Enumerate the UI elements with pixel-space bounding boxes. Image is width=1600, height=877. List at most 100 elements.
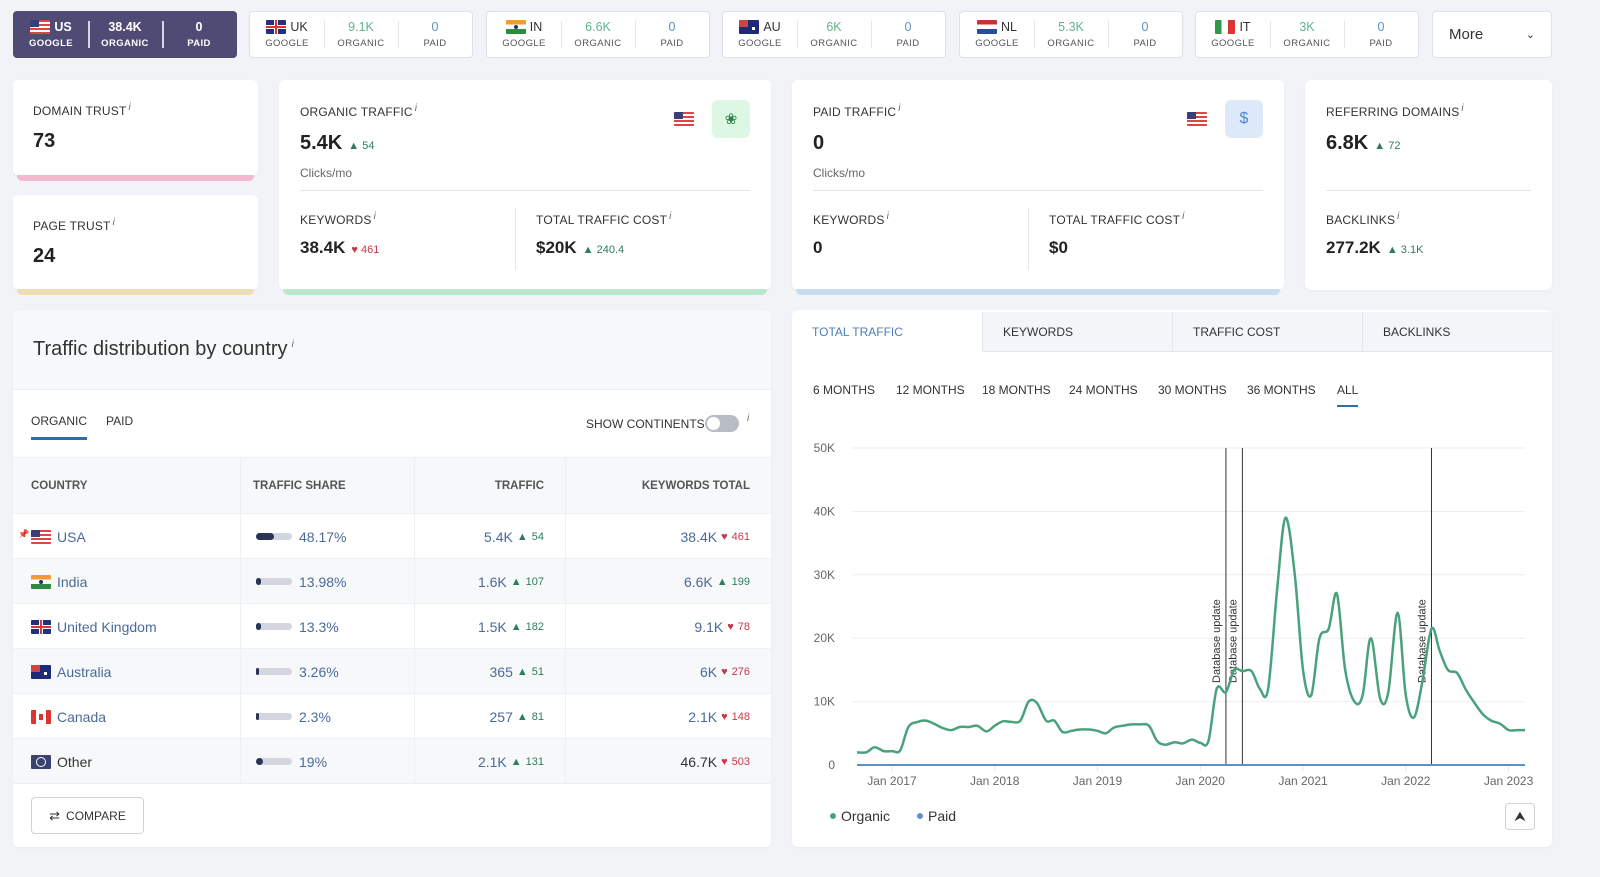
export-button[interactable]: ⮝ (1505, 803, 1535, 830)
dollar-icon[interactable]: $ (1225, 100, 1263, 138)
share-cell: 48.17% (256, 514, 346, 559)
tab-organic[interactable]: ORGANIC (31, 414, 88, 440)
pin-icon[interactable]: 📌 (18, 529, 29, 540)
divider (1028, 208, 1029, 270)
compare-button[interactable]: ⇄ COMPARE (31, 797, 144, 834)
organic-label: ORGANIC (337, 38, 385, 49)
organic-keywords-delta: ♥ 461 (351, 244, 380, 256)
keywords-delta: 199 (731, 575, 750, 588)
traffic-chart: 0 10K 20K 30K 40K 50K Jan 2017 Jan 2018 Jan 2019… (814, 441, 1534, 788)
paid-keywords-value: 0 (813, 238, 823, 257)
organic-leaf-icon[interactable]: ❀ (712, 100, 750, 138)
range-6-months[interactable]: 6 MONTHS (813, 383, 875, 397)
country-link[interactable]: Australia (57, 664, 111, 680)
chart-tab-keywords[interactable]: KEYWORDS (982, 312, 1172, 352)
us-flag-icon[interactable] (674, 112, 694, 126)
paid-cell: 0 PAID (162, 12, 236, 57)
up-arrow-icon: ▲ (510, 620, 522, 633)
referring-domains-row: 6.8K ▲ 72 (1326, 132, 1400, 155)
y-tick-label: 40K (814, 504, 835, 518)
legend-organic[interactable]: Organic (830, 808, 890, 824)
backlinks-value: 277.2K (1326, 238, 1381, 257)
share-value: 3.26% (299, 663, 339, 680)
uk-flag-icon (266, 20, 287, 34)
paid-label: PAID (1369, 38, 1393, 49)
range-30-months[interactable]: 30 MONTHS (1158, 383, 1227, 397)
country-cell: United Kingdom (31, 604, 157, 649)
traffic-delta: 51 (531, 665, 544, 678)
organic-value: 3K (1299, 20, 1315, 34)
col-traffic[interactable]: TRAFFIC (495, 480, 544, 492)
up-arrow-icon: ▲ (516, 665, 528, 678)
range-12-months[interactable]: 12 MONTHS (896, 383, 965, 397)
keywords-cell: 6.6K ▲ 199 (684, 559, 750, 604)
table-row[interactable]: Canada 2.3% 257 ▲ 81 2.1K ♥ 148 (13, 693, 771, 738)
info-icon: i (898, 103, 901, 114)
organic-cost-row: $20K ▲ 240.4 (536, 238, 624, 258)
organic-cell: 6K ORGANIC (797, 12, 871, 57)
organic-traffic-delta: ▲ 54 (348, 140, 375, 152)
range-18-months[interactable]: 18 MONTHS (982, 383, 1051, 397)
info-icon: i (1461, 103, 1464, 114)
country-tab-in[interactable]: IN GOOGLE 6.6K ORGANIC 0 PAID (486, 11, 710, 58)
range-all[interactable]: ALL (1337, 383, 1359, 407)
us-flag-icon[interactable] (1187, 112, 1207, 126)
domain-trust-label: DOMAIN TRUST i (33, 102, 131, 118)
engine-label: GOOGLE (738, 38, 782, 49)
country-link[interactable]: United Kingdom (57, 619, 157, 635)
more-dropdown[interactable]: More ⌄ (1432, 11, 1552, 58)
canada-flag-icon (31, 709, 51, 724)
country-tab-it[interactable]: IT GOOGLE 3K ORGANIC 0 PAID (1195, 11, 1419, 58)
keywords-cell: 9.1K ♥ 78 (694, 604, 750, 649)
col-country[interactable]: COUNTRY (31, 480, 87, 492)
chart-tab-total-traffic[interactable]: TOTAL TRAFFIC (792, 312, 982, 352)
legend-paid[interactable]: Paid (917, 808, 956, 824)
country-tab-us[interactable]: US GOOGLE 38.4K ORGANIC 0 PAID (13, 11, 237, 58)
india-flag-icon (31, 574, 51, 589)
country-link[interactable]: Canada (57, 709, 106, 725)
chart-tab-traffic-cost[interactable]: TRAFFIC COST (1172, 312, 1362, 352)
share-cell: 13.98% (256, 559, 346, 604)
table-row[interactable]: Australia 3.26% 365 ▲ 51 6K ♥ 276 (13, 648, 771, 693)
paid-label: PAID (423, 38, 447, 49)
up-arrow-icon: ▲ (510, 575, 522, 588)
paid-value: 0 (431, 20, 439, 34)
down-arrow-icon: ♥ (727, 620, 734, 633)
table-row[interactable]: Other 19% 2.1K ▲ 131 46.7K ♥ 503 (13, 738, 771, 783)
chart-tab-backlinks[interactable]: BACKLINKS (1362, 312, 1552, 352)
domain-trust-value: 73 (33, 130, 56, 152)
table-row[interactable]: India 13.98% 1.6K ▲ 107 6.6K ▲ 199 (13, 558, 771, 603)
country-tab-uk[interactable]: UK GOOGLE 9.1K ORGANIC 0 PAID (249, 11, 473, 58)
table-row[interactable]: 📌 USA 48.17% 5.4K ▲ 54 38.4K ♥ 461 (13, 513, 771, 558)
country-link[interactable]: USA (57, 529, 86, 545)
page-trust-card: PAGE TRUST i 24 (13, 195, 258, 295)
col-traffic-share[interactable]: TRAFFIC SHARE (253, 480, 346, 492)
paid-traffic-value: 0 (813, 132, 825, 154)
keywords-delta: 276 (731, 665, 750, 678)
australia-flag-icon (31, 664, 51, 679)
info-icon: i (291, 339, 294, 351)
country-tab-nl[interactable]: NL GOOGLE 5.3K ORGANIC 0 PAID (959, 11, 1183, 58)
india-flag-icon (505, 20, 526, 34)
paid-value: 0 (1141, 20, 1149, 34)
range-36-months[interactable]: 36 MONTHS (1247, 383, 1316, 397)
range-24-months[interactable]: 24 MONTHS (1069, 383, 1138, 397)
engine-cell: US GOOGLE (14, 12, 88, 57)
compare-label: COMPARE (66, 808, 126, 823)
tab-paid[interactable]: PAID (106, 414, 133, 428)
keywords-cell: 38.4K ♥ 461 (681, 514, 750, 559)
col-keywords-total[interactable]: KEYWORDS TOTAL (642, 480, 750, 492)
table-row[interactable]: United Kingdom 13.3% 1.5K ▲ 182 9.1K ♥ 78 (13, 603, 771, 648)
upload-icon: ⮝ (1514, 808, 1526, 824)
organic-keywords-row: 38.4K ♥ 461 (300, 238, 379, 258)
organic-value: 9.1K (348, 20, 374, 34)
share-value: 13.98% (299, 573, 347, 590)
up-arrow-icon: ▲ (516, 530, 528, 543)
annotation-label: Database update (1416, 599, 1428, 683)
country-tab-au[interactable]: AU GOOGLE 6K ORGANIC 0 PAID (722, 11, 946, 58)
country-link[interactable]: India (57, 574, 87, 590)
country-code: NL (1001, 20, 1017, 34)
show-continents-toggle[interactable] (705, 415, 739, 432)
share-bar (256, 713, 292, 720)
traffic-delta: 131 (525, 755, 544, 768)
